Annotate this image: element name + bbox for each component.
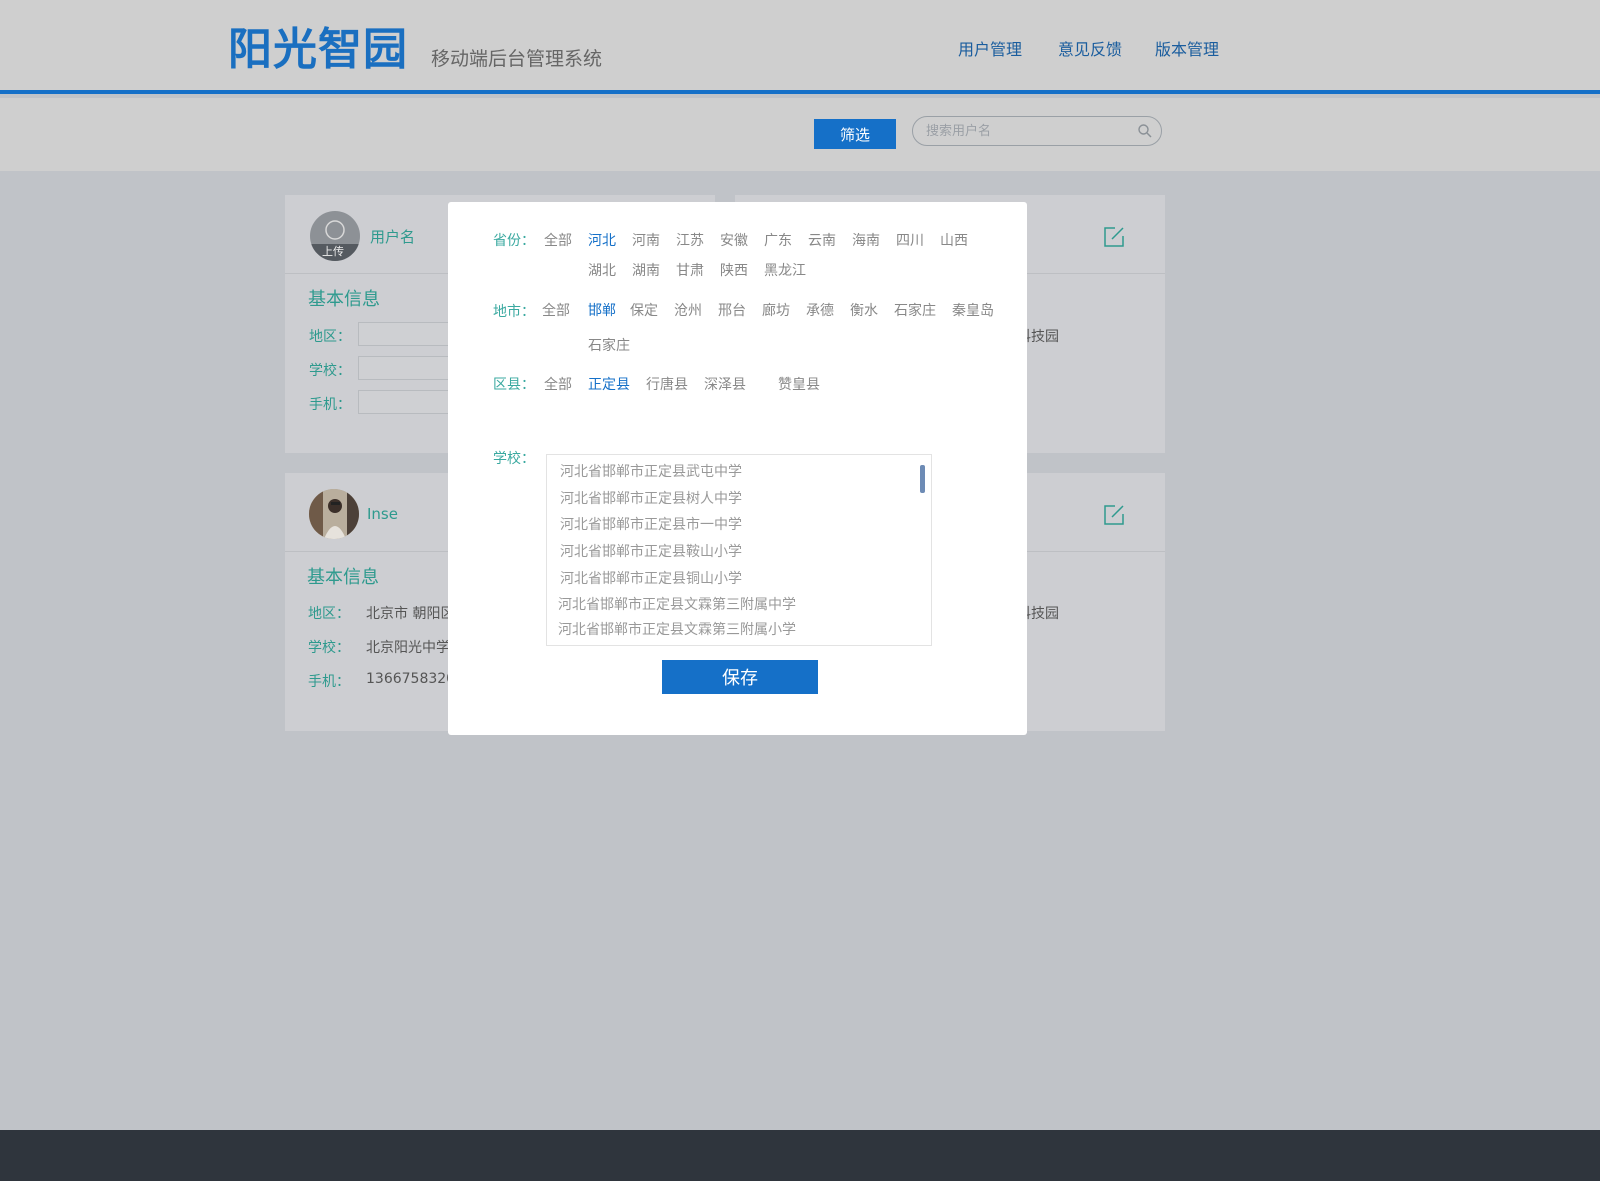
city-option[interactable]: 廊坊 — [762, 300, 790, 320]
province-label: 省份： — [493, 233, 535, 249]
county-option[interactable]: 赞皇县 — [778, 374, 820, 394]
province-option[interactable]: 陕西 — [720, 260, 748, 280]
county-option[interactable]: 行唐县 — [646, 374, 688, 394]
phone-label: 手机： — [308, 674, 350, 690]
school-item[interactable]: 河北省邯郸市正定县武屯中学 — [560, 461, 742, 481]
province-option[interactable]: 山西 — [940, 230, 968, 250]
region-label: 地区： — [308, 606, 350, 622]
filter-modal: 省份： 全部 河北 河南 江苏 安徽 广东 云南 海南 四川 山西 湖北 湖南 … — [448, 202, 1027, 735]
city-option-selected[interactable]: 邯郸 — [588, 300, 616, 320]
province-option[interactable]: 湖南 — [632, 260, 660, 280]
province-option-selected[interactable]: 河北 — [588, 230, 616, 250]
edit-icon[interactable] — [1103, 226, 1125, 248]
province-option[interactable]: 广东 — [764, 230, 792, 250]
county-option[interactable]: 深泽县 — [704, 374, 746, 394]
school-item[interactable]: 河北省邯郸市正定县文霖第三附属小学 — [558, 619, 796, 639]
username: 用户名 — [370, 228, 416, 246]
section-title: 基本信息 — [308, 289, 380, 310]
province-option[interactable]: 全部 — [544, 230, 572, 250]
school-label: 学校： — [493, 451, 535, 467]
edit-icon[interactable] — [1103, 504, 1125, 526]
province-option[interactable]: 海南 — [852, 230, 880, 250]
city-option[interactable]: 全部 — [542, 300, 570, 320]
search-icon[interactable] — [1137, 123, 1153, 139]
province-option[interactable]: 江苏 — [676, 230, 704, 250]
nav-version-management[interactable]: 版本管理 — [1155, 36, 1219, 60]
app-logo: 阳光智园 — [228, 24, 408, 75]
city-option[interactable]: 保定 — [630, 300, 658, 320]
county-option-selected[interactable]: 正定县 — [588, 374, 630, 394]
filter-button[interactable]: 筛选 — [814, 119, 896, 149]
avatar-upload[interactable]: 上传 — [310, 211, 360, 261]
search-box — [912, 116, 1162, 146]
region-field[interactable] — [358, 322, 458, 346]
app-subtitle: 移动端后台管理系统 — [431, 48, 603, 70]
school-field[interactable] — [358, 356, 458, 380]
school-list[interactable]: 河北省邯郸市正定县武屯中学 河北省邯郸市正定县树人中学 河北省邯郸市正定县市一中… — [546, 454, 932, 646]
region-value: 北京市 朝阳区 — [366, 606, 455, 622]
scrollbar-thumb[interactable] — [920, 465, 925, 493]
county-label: 区县： — [493, 377, 535, 393]
username: Inse — [367, 505, 398, 523]
footer — [0, 1130, 1600, 1181]
city-option[interactable]: 承德 — [806, 300, 834, 320]
province-option[interactable]: 甘肃 — [676, 260, 704, 280]
city-option[interactable]: 石家庄 — [588, 335, 630, 355]
city-option[interactable]: 石家庄 — [894, 300, 936, 320]
school-item[interactable]: 河北省邯郸市正定县市一中学 — [560, 514, 742, 534]
search-input[interactable] — [926, 122, 1126, 140]
city-option[interactable]: 秦皇岛 — [952, 300, 994, 320]
county-option[interactable]: 全部 — [544, 374, 572, 394]
phone-label: 手机： — [309, 397, 351, 413]
school-item[interactable]: 河北省邯郸市正定县铜山小学 — [560, 568, 742, 588]
toolbar: 筛选 — [0, 98, 1600, 171]
province-option[interactable]: 河南 — [632, 230, 660, 250]
upload-label: 上传 — [322, 245, 344, 258]
province-option[interactable]: 安徽 — [720, 230, 748, 250]
city-option[interactable]: 邢台 — [718, 300, 746, 320]
save-button[interactable]: 保存 — [662, 660, 818, 694]
province-option[interactable]: 黑龙江 — [764, 260, 806, 280]
user-photo-icon — [309, 489, 359, 539]
school-label: 学校： — [309, 363, 351, 379]
city-label: 地市： — [493, 304, 535, 320]
avatar[interactable] — [309, 489, 359, 539]
top-header: 阳光智园 移动端后台管理系统 用户管理 意见反馈 版本管理 — [0, 0, 1600, 94]
school-item[interactable]: 河北省邯郸市正定县文霖第三附属中学 — [558, 594, 796, 614]
section-title: 基本信息 — [307, 567, 379, 588]
city-option[interactable]: 衡水 — [850, 300, 878, 320]
region-label: 地区： — [309, 329, 351, 345]
city-option[interactable]: 沧州 — [674, 300, 702, 320]
school-item[interactable]: 河北省邯郸市正定县鞍山小学 — [560, 541, 742, 561]
school-value: 北京阳光中学 — [366, 640, 450, 656]
school-label: 学校： — [308, 640, 350, 656]
school-item[interactable]: 河北省邯郸市正定县树人中学 — [560, 488, 742, 508]
province-option[interactable]: 云南 — [808, 230, 836, 250]
province-option[interactable]: 四川 — [896, 230, 924, 250]
nav-feedback[interactable]: 意见反馈 — [1058, 36, 1122, 60]
phone-field[interactable] — [358, 390, 458, 414]
province-option[interactable]: 湖北 — [588, 260, 616, 280]
nav-user-management[interactable]: 用户管理 — [958, 36, 1022, 60]
